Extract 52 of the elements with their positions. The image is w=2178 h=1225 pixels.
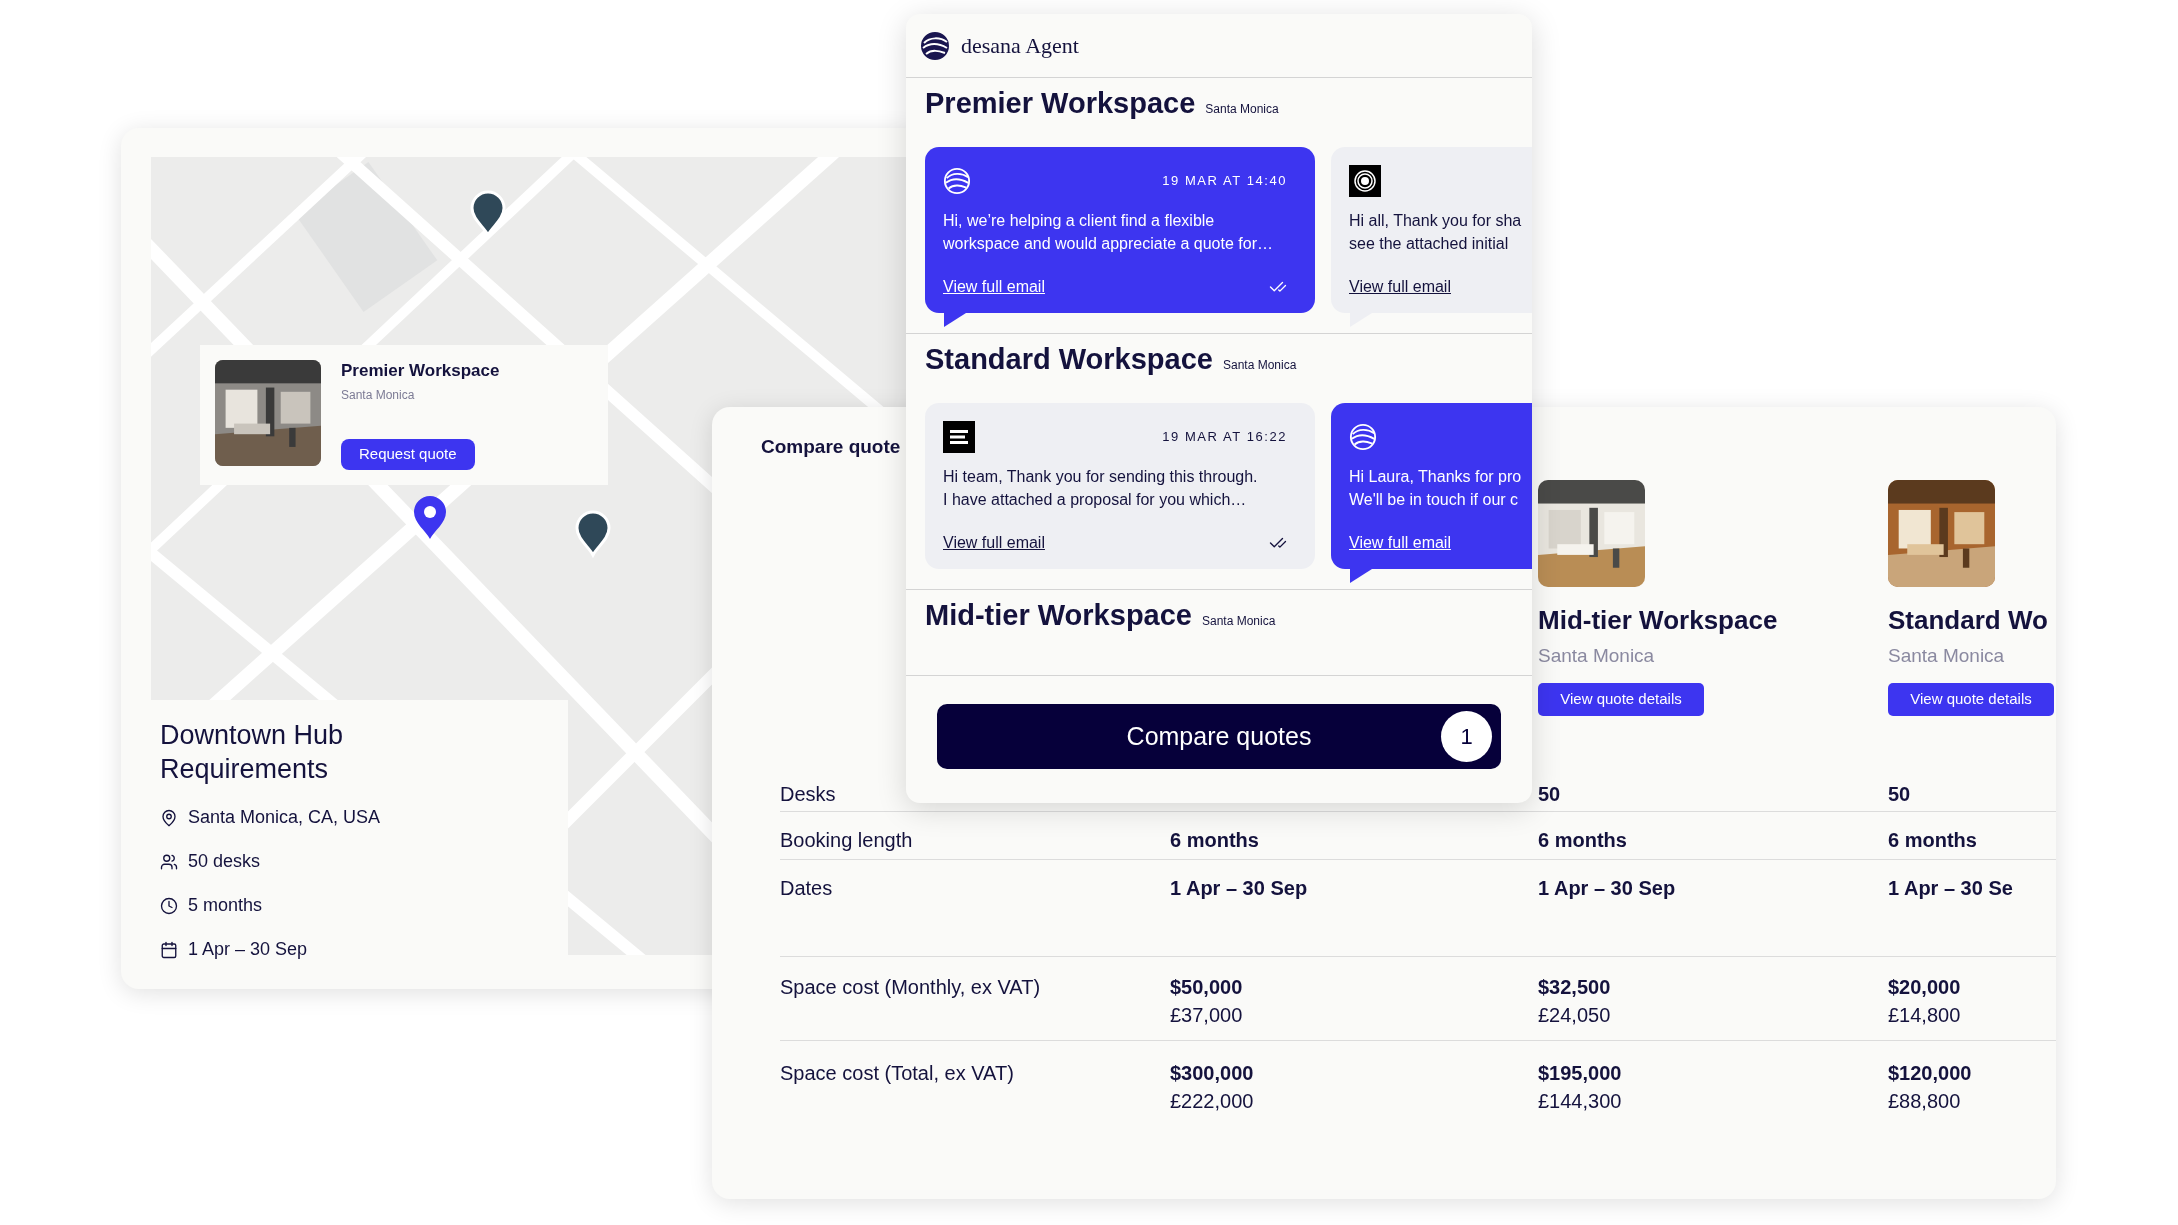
table-cell-text: $32,500 [1538, 975, 1611, 1000]
table-cell-text: £222,000 [1170, 1089, 1254, 1114]
row-label: Space cost (Monthly, ex VAT) [780, 975, 1041, 1000]
email-time: 19 MAR AT 14:40 [1162, 172, 1287, 191]
table-cell-text: £88,800 [1888, 1089, 1961, 1114]
table-cell-text: $120,000 [1888, 1061, 1972, 1086]
email-preview: Hi team, Thank you for sending this through. I have attached a proposal for you which… [943, 467, 1259, 510]
table-cell-text: $300,000 [1170, 1061, 1254, 1086]
count-badge: 1 [1441, 711, 1492, 762]
view-email-link[interactable]: View full email [1349, 275, 1451, 299]
table-cell-text: $195,000 [1538, 1061, 1622, 1086]
table-cell-text: 6 months [1170, 828, 1259, 853]
workspace-location: Santa Monica [1222, 357, 1297, 374]
workspace-name: Mid-tier Workspace [1538, 604, 1778, 637]
table-cell-text: 1 Apr – 30 Sep [1170, 876, 1308, 901]
workspace-location: Santa Monica [1538, 644, 1655, 668]
logo-icon [920, 30, 950, 61]
logo-icon [1349, 423, 1377, 451]
table-cell-text: 1 Apr – 30 Se [1888, 876, 2013, 901]
table-cell-text: 6 months [1888, 828, 1977, 853]
email-preview: Hi all, Thank you for sha see the attached initial [1349, 211, 1523, 254]
workspace-name: Standard Wo [1888, 604, 2048, 637]
bars-avatar-icon [943, 421, 975, 453]
table-cell-text: £37,000 [1170, 1003, 1243, 1028]
view-email-link[interactable]: View full email [943, 275, 1045, 299]
table-cell-text: $20,000 [1888, 975, 1961, 1000]
logo-icon [943, 167, 971, 195]
workspace-heading: Mid-tier Workspace [925, 598, 1192, 633]
table-cell-text: 50 [1538, 782, 1561, 807]
table-cell-text: £24,050 [1538, 1003, 1611, 1028]
email-time: 19 MAR AT 16:22 [1162, 428, 1287, 447]
row-label: Space cost (Total, ex VAT) [780, 1061, 1014, 1086]
workspace-heading: Premier Workspace [925, 86, 1196, 121]
table-cell-text: 1 Apr – 30 Sep [1538, 876, 1676, 901]
view-email-link[interactable]: View full email [943, 531, 1045, 555]
table-cell-text: 50 [1888, 782, 1911, 807]
table-cell-text: £14,800 [1888, 1003, 1961, 1028]
email-preview: Hi, we’re helping a client find a flexible workspace and would appreciate a quote for… [943, 211, 1274, 254]
view-email-link[interactable]: View full email [1349, 531, 1451, 555]
view-quote-button[interactable]: View quote details [1538, 683, 1704, 716]
table-cell-text: £144,300 [1538, 1089, 1622, 1114]
workspace-location: Santa Monica [1888, 644, 2005, 668]
table-cell-text: $50,000 [1170, 975, 1243, 1000]
workspace-heading: Standard Workspace [925, 342, 1213, 377]
view-quote-button[interactable]: View quote details [1888, 683, 2054, 716]
table-cell-text: 6 months [1538, 828, 1627, 853]
email-preview: Hi Laura, Thanks for pro We'll be in touch if our c [1349, 467, 1523, 510]
workspace-location: Santa Monica [1202, 613, 1276, 630]
compare-quotes-button[interactable]: Compare quotes 1 [937, 704, 1501, 769]
brand-name: desana Agent [961, 32, 1079, 60]
rings-avatar-icon [1349, 165, 1381, 197]
workspace-location: Santa Monica [1205, 101, 1279, 118]
